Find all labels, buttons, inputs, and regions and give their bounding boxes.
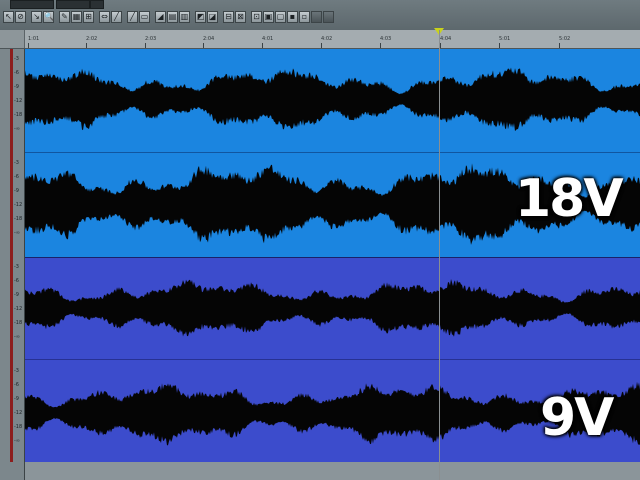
ruler-tick-mark <box>203 43 204 48</box>
level-scale-label: -18 <box>14 424 23 430</box>
ruler-tick-label: 1:01 <box>28 36 40 42</box>
level-scale-label: -3 <box>14 160 19 166</box>
snap-toggle-button[interactable]: ⊞ <box>83 11 94 23</box>
marker-button[interactable]: ▭ <box>139 11 150 23</box>
level-scale-label: -6 <box>14 174 19 180</box>
ruler-tick-label: 2:03 <box>145 36 157 42</box>
ruler-tick-label: 4:01 <box>262 36 274 42</box>
track-add-button[interactable]: ▣ <box>263 11 274 23</box>
ruler-tick-label: 2:02 <box>86 36 98 42</box>
track-remove-button[interactable]: ▢ <box>275 11 286 23</box>
level-scale-label: -∞ <box>14 126 20 132</box>
grid-toggle-button[interactable]: ▦ <box>71 11 82 23</box>
level-scale-label: -∞ <box>14 438 20 444</box>
ruler-tick-mark <box>28 43 29 48</box>
horizontal-scroll-area[interactable] <box>25 462 640 480</box>
select-tool-button[interactable]: ↖ <box>3 11 14 23</box>
level-scale-label: -3 <box>14 368 19 374</box>
no-entry-tool-button[interactable]: ⊘ <box>15 11 26 23</box>
selector-dropdown-1[interactable] <box>10 0 54 9</box>
level-scale-label: -9 <box>14 84 19 90</box>
view-button[interactable]: ◪ <box>207 11 218 23</box>
track-label-18v: 18V <box>515 169 624 229</box>
level-scale-label: -3 <box>14 56 19 62</box>
record-button[interactable]: ▪ <box>287 11 298 23</box>
level-scale-label: -∞ <box>14 230 20 236</box>
ruler-tick-label: 5:01 <box>499 36 511 42</box>
record-arm-indicator[interactable] <box>10 49 13 257</box>
level-scale-label: -∞ <box>14 334 20 340</box>
envelope-button[interactable]: ◩ <box>195 11 206 23</box>
ruler-tick-label: 5:02 <box>559 36 571 42</box>
zoom-tool-button[interactable]: 🔍 <box>43 11 54 23</box>
level-scale-label: -3 <box>14 264 19 270</box>
ruler-tick-mark <box>499 43 500 48</box>
level-scale-label: -18 <box>14 112 23 118</box>
track-header-9v[interactable]: -3 -6 -9 -12 -18 -∞ -3 -6 -9 -12 -18 -∞ <box>0 257 24 462</box>
blank-button-1[interactable] <box>311 11 322 23</box>
level-scale-label: -9 <box>14 292 19 298</box>
toolbar: ↖ ⊘ ↘ 🔍 ✎ ▦ ⊞ ⇔ ╱ ╱ ▭ ◢ ▤ ▥ ◩ ◪ ⊟ ⊠ ⊡ ▣ ▢ ▪ ▫ <box>0 0 640 31</box>
ruler-tick-mark <box>86 43 87 48</box>
blank-button-2[interactable] <box>323 11 334 23</box>
ruler-tick-mark <box>145 43 146 48</box>
loop-button[interactable]: ▫ <box>299 11 310 23</box>
level-scale-label: -6 <box>14 382 19 388</box>
group-button[interactable]: ⊠ <box>235 11 246 23</box>
curve-tool-button[interactable]: ╱ <box>127 11 138 23</box>
list-button[interactable]: ▤ <box>167 11 178 23</box>
level-scale-label: -9 <box>14 188 19 194</box>
edit-tool-button[interactable]: ✎ <box>59 11 70 23</box>
ruler-corner <box>0 30 25 48</box>
selector-arrow[interactable] <box>90 0 104 9</box>
level-scale-label: -12 <box>14 202 23 208</box>
level-scale-label: -18 <box>14 216 23 222</box>
time-ruler[interactable]: 1:01 2:02 2:03 2:04 4:01 4:02 4:03 4:04 5:01 5:02 <box>0 28 640 49</box>
mixer-button[interactable]: ▥ <box>179 11 190 23</box>
track-header-gutter: -3 -6 -9 -12 -18 -∞ -3 -6 -9 -12 -18 -∞ -3 -6 -9 -12 -1… <box>0 49 25 480</box>
ruler-tick-mark <box>262 43 263 48</box>
ruler-tick-label: 2:04 <box>203 36 215 42</box>
playhead-line[interactable] <box>439 30 440 480</box>
record-arm-indicator[interactable] <box>10 257 13 462</box>
selector-dropdown-2[interactable] <box>56 0 90 9</box>
track-header-18v[interactable]: -3 -6 -9 -12 -18 -∞ -3 -6 -9 -12 -18 -∞ <box>0 49 24 257</box>
track-label-9v: 9V <box>540 388 614 448</box>
audio-track-9v[interactable]: 9V <box>25 257 640 462</box>
level-scale-label: -12 <box>14 98 23 104</box>
ruler-tick-mark <box>321 43 322 48</box>
level-scale-label: -12 <box>14 410 23 416</box>
align-button[interactable]: ⊡ <box>251 11 262 23</box>
level-button[interactable]: ◢ <box>155 11 166 23</box>
level-scale-label: -9 <box>14 396 19 402</box>
ruler-tick-label: 4:02 <box>321 36 333 42</box>
ruler-tick-mark <box>559 43 560 48</box>
audio-track-18v[interactable]: 18V <box>25 49 640 257</box>
level-scale-label: -12 <box>14 306 23 312</box>
level-scale-label: -6 <box>14 70 19 76</box>
ruler-tick-mark <box>380 43 381 48</box>
level-scale-label: -18 <box>14 320 23 326</box>
pencil-tool-button[interactable]: ╱ <box>111 11 122 23</box>
stretch-tool-button[interactable]: ⇔ <box>99 11 110 23</box>
ruler-tick-label: 4:04 <box>440 36 452 42</box>
ruler-tick-mark <box>440 43 441 48</box>
link-button[interactable]: ⊟ <box>223 11 234 23</box>
level-scale-label: -6 <box>14 278 19 284</box>
ruler-tick-label: 4:03 <box>380 36 392 42</box>
split-tool-button[interactable]: ↘ <box>31 11 42 23</box>
